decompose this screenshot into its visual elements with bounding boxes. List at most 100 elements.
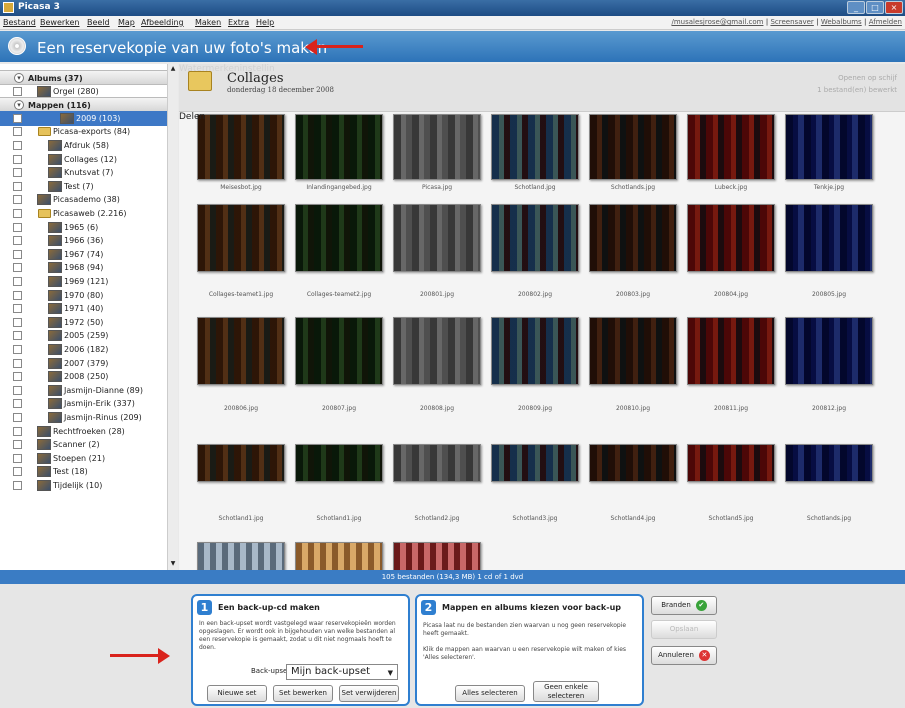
- photo-thumbnail[interactable]: [295, 542, 383, 570]
- photo-thumbnail[interactable]: [785, 114, 873, 180]
- folder-checkbox[interactable]: [13, 290, 22, 300]
- delete-set-button[interactable]: Set verwijderen: [339, 685, 399, 702]
- photo-filename: Schotland1.jpg: [218, 515, 264, 522]
- photo-thumbnail[interactable]: [785, 317, 873, 385]
- photo-thumbnail[interactable]: [589, 204, 677, 272]
- photo-thumbnail[interactable]: [785, 444, 873, 482]
- folder-checkbox[interactable]: [13, 277, 22, 286]
- menu-extra[interactable]: Extra: [228, 18, 249, 27]
- photo-thumbnail[interactable]: [393, 317, 481, 385]
- select-all-button[interactable]: Alles selecteren: [455, 685, 525, 702]
- photo-thumbnail[interactable]: [687, 114, 775, 180]
- photo-thumbnail[interactable]: [589, 114, 677, 180]
- close-button[interactable]: ×: [885, 1, 903, 14]
- sidebar-item-label: Jasmijn-Rinus (209): [64, 413, 142, 422]
- folder-checkbox[interactable]: [13, 263, 22, 273]
- menu-bestand[interactable]: Bestand: [3, 18, 36, 27]
- photo-thumbnail[interactable]: [687, 317, 775, 385]
- webalbums-link[interactable]: Webalbums: [821, 18, 862, 26]
- folder-thumbnail-icon: [48, 357, 62, 369]
- folder-checkbox[interactable]: [13, 249, 22, 259]
- folder-checkbox[interactable]: [13, 385, 22, 395]
- photo-thumbnail[interactable]: [687, 204, 775, 272]
- maximize-button[interactable]: □: [866, 1, 884, 14]
- menu-afbeelding[interactable]: Afbeelding: [141, 18, 184, 27]
- new-set-button[interactable]: Nieuwe set: [207, 685, 267, 702]
- photo-thumbnail[interactable]: [393, 542, 481, 570]
- menu-beeld[interactable]: Beeld: [87, 18, 110, 27]
- expand-toggle-icon[interactable]: ▾: [14, 73, 24, 83]
- photo-filename: 200805.jpg: [811, 291, 847, 298]
- photo-thumbnail[interactable]: [197, 204, 285, 272]
- folder-thumbnail-icon: [48, 180, 62, 192]
- folder-checkbox[interactable]: [13, 453, 22, 463]
- folder-checkbox[interactable]: [13, 236, 22, 246]
- folder-checkbox[interactable]: [13, 209, 22, 218]
- folder-thumbnail-icon: [48, 262, 62, 274]
- account-email[interactable]: /musalesjrose@gmail.com: [671, 18, 763, 26]
- save-button[interactable]: Opslaan: [651, 620, 717, 639]
- sidebar-scrollbar[interactable]: ▲ ▼: [167, 64, 178, 570]
- photo-thumbnail[interactable]: [491, 204, 579, 272]
- open-on-disk-link[interactable]: Openen op schijf: [838, 74, 897, 82]
- folder-checkbox[interactable]: [13, 358, 22, 368]
- menu-maken[interactable]: Maken: [195, 18, 221, 27]
- folder-checkbox[interactable]: [13, 86, 22, 96]
- folder-checkbox[interactable]: [13, 113, 22, 123]
- expand-toggle-icon[interactable]: ▾: [14, 100, 24, 111]
- folder-checkbox[interactable]: [13, 426, 22, 436]
- photo-thumbnail[interactable]: [295, 204, 383, 272]
- photo-thumbnail[interactable]: [393, 114, 481, 180]
- photo-thumbnail[interactable]: [687, 444, 775, 482]
- folder-checkbox[interactable]: [13, 127, 22, 137]
- photo-thumbnail[interactable]: [393, 204, 481, 272]
- photo-thumbnail[interactable]: [197, 542, 285, 570]
- sidebar-item[interactable]: Tijdelijk (10): [0, 478, 168, 493]
- folder-checkbox[interactable]: [13, 304, 22, 314]
- folder-checkbox[interactable]: [13, 481, 22, 490]
- photo-thumbnail[interactable]: [491, 444, 579, 482]
- photo-thumbnail[interactable]: [589, 317, 677, 385]
- folder-checkbox[interactable]: [13, 345, 22, 354]
- folder-checkbox[interactable]: [13, 141, 22, 150]
- folder-checkbox[interactable]: [13, 317, 22, 327]
- folder-checkbox[interactable]: [13, 399, 22, 409]
- scroll-up-icon[interactable]: ▲: [169, 65, 177, 74]
- photo-thumbnail[interactable]: [491, 114, 579, 180]
- photo-thumbnail[interactable]: [197, 444, 285, 482]
- menu-bewerken[interactable]: Bewerken: [40, 18, 80, 27]
- photo-thumbnail[interactable]: [197, 317, 285, 385]
- folder-checkbox[interactable]: [13, 467, 22, 477]
- scroll-down-icon[interactable]: ▼: [169, 560, 177, 569]
- backup-set-select[interactable]: Mijn back-upset ▼: [286, 664, 398, 680]
- minimize-button[interactable]: _: [847, 1, 865, 14]
- edit-set-button[interactable]: Set bewerken: [273, 685, 333, 702]
- separator: |: [816, 18, 819, 26]
- burn-button[interactable]: Branden ✔: [651, 596, 717, 615]
- folder-checkbox[interactable]: [13, 222, 22, 232]
- photo-thumbnail[interactable]: [295, 444, 383, 482]
- select-none-button[interactable]: Geen enkele selecteren: [533, 681, 599, 702]
- photo-thumbnail[interactable]: [491, 317, 579, 385]
- folder-checkbox[interactable]: [13, 181, 22, 191]
- photo-thumbnail[interactable]: [197, 114, 285, 180]
- photo-filename: 200809.jpg: [517, 405, 553, 412]
- menu-help[interactable]: Help: [256, 18, 274, 27]
- folder-checkbox[interactable]: [13, 331, 22, 341]
- folder-checkbox[interactable]: [13, 413, 22, 422]
- screensaver-link[interactable]: Screensaver: [770, 18, 813, 26]
- cancel-button[interactable]: Annuleren ✕: [651, 646, 717, 665]
- folder-checkbox[interactable]: [13, 168, 22, 178]
- logout-link[interactable]: Afmelden: [869, 18, 902, 26]
- photo-thumbnail[interactable]: [785, 204, 873, 272]
- folder-checkbox[interactable]: [13, 154, 22, 164]
- folder-checkbox[interactable]: [13, 440, 22, 450]
- menu-map[interactable]: Map: [118, 18, 135, 27]
- folder-checkbox[interactable]: [13, 195, 22, 205]
- photo-thumbnail[interactable]: [589, 444, 677, 482]
- photo-thumbnail[interactable]: [393, 444, 481, 482]
- share-link[interactable]: Delen: [179, 112, 205, 122]
- photo-thumbnail[interactable]: [295, 317, 383, 385]
- folder-checkbox[interactable]: [13, 372, 22, 382]
- photo-thumbnail[interactable]: [295, 114, 383, 180]
